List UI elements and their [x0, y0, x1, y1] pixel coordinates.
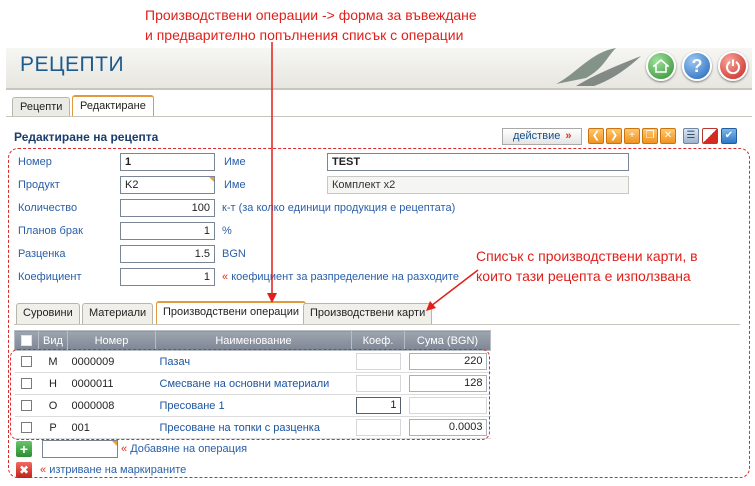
add-operation-button[interactable]: + — [16, 441, 32, 457]
power-icon — [726, 59, 740, 74]
coefficient-label: Коефициент — [18, 271, 82, 283]
list-icon: ☰ — [686, 130, 696, 141]
help-button[interactable]: ? — [682, 51, 712, 81]
name-field[interactable]: TEST — [327, 153, 629, 171]
app-title: РЕЦЕПТИ — [20, 53, 125, 76]
next-record-button[interactable]: ❯ — [606, 128, 622, 144]
product-name-label: Име — [224, 179, 246, 191]
delete-selected-mark: « — [40, 464, 47, 476]
coefficient-note-text: коефициент за разпределение на разходите — [231, 271, 459, 283]
column-header-name: Наименование — [155, 330, 352, 351]
tab-materials[interactable]: Материали — [82, 303, 154, 324]
plus-icon: + — [629, 130, 635, 141]
quantity-field[interactable]: 100 — [120, 199, 215, 217]
delete-selected-button[interactable]: ✖ — [16, 462, 32, 478]
quantity-label: Количество — [18, 202, 78, 214]
home-icon — [653, 58, 669, 73]
waste-field[interactable]: 1 — [120, 222, 215, 240]
highlight-operations-box — [10, 349, 490, 440]
column-header-number: Номер — [67, 330, 156, 351]
waste-label: Планов брак — [18, 225, 83, 237]
plus-icon: + — [19, 441, 29, 457]
annotation-operations: Производствени операции -> форма за въве… — [145, 5, 565, 45]
delete-record-button[interactable]: ✕ — [660, 128, 676, 144]
check-icon: ✔ — [724, 130, 734, 141]
waste-unit: % — [222, 225, 232, 237]
close-icon: ✖ — [18, 463, 30, 477]
coefficient-field[interactable]: 1 — [120, 268, 215, 286]
delete-selected-note: « изтриване на маркираните — [40, 464, 186, 476]
cost-label: Разценка — [18, 248, 66, 260]
tab-edit[interactable]: Редактиране — [72, 95, 154, 117]
quantity-note: к-т (за колко единици продукция е рецепт… — [222, 202, 456, 214]
add-operation-label: Добавяне на операция — [130, 443, 248, 455]
chevron-right-icon: ❯ — [609, 130, 619, 141]
copy-record-button[interactable]: ❐ — [642, 128, 658, 144]
action-arrow: » — [565, 130, 572, 142]
home-button[interactable] — [646, 51, 676, 81]
product-label: Продукт — [18, 179, 60, 191]
cost-unit: BGN — [222, 248, 246, 260]
select-all-checkbox[interactable] — [21, 335, 32, 347]
save-button[interactable]: ✔ — [721, 128, 737, 144]
coefficient-note: « коефициент за разпределение на разходи… — [222, 271, 459, 283]
copy-icon: ❐ — [645, 130, 655, 141]
select-all-header[interactable] — [14, 330, 39, 351]
product-field[interactable]: K2 — [120, 176, 215, 194]
annotation-operations-line1: Производствени операции -> форма за въве… — [145, 7, 477, 23]
add-operation-input[interactable] — [42, 440, 118, 458]
new-record-button[interactable]: + — [624, 128, 640, 144]
coefficient-note-mark: « — [222, 271, 229, 283]
cost-field[interactable]: 1.5 — [120, 245, 215, 263]
tab-production-operations[interactable]: Производствени операции — [156, 301, 307, 324]
add-operation-mark: « — [121, 443, 128, 455]
action-label: действие — [513, 130, 561, 142]
product-name-field: Комплект x2 — [327, 176, 629, 194]
number-label: Номер — [18, 156, 52, 168]
prev-record-button[interactable]: ❮ — [588, 128, 604, 144]
tab-raw-materials[interactable]: Суровини — [16, 303, 80, 324]
annotation-operations-line2: и предварително попълнения списък с опер… — [145, 27, 464, 43]
section-title: Редактиране на рецепта — [14, 130, 159, 144]
table-header-row: Вид Номер Наименование Коеф. Сума (BGN) — [14, 330, 491, 351]
print-button[interactable]: ☰ — [683, 128, 699, 144]
cancel-changes-button[interactable] — [702, 128, 718, 144]
add-operation-note: « Добавяне на операция — [121, 443, 247, 455]
number-field[interactable]: 1 — [120, 153, 215, 171]
header-decoration — [556, 48, 641, 86]
tab-divider — [6, 116, 752, 117]
action-button[interactable]: действие » — [502, 128, 582, 145]
tab-production-cards[interactable]: Производствени карти — [303, 303, 433, 324]
tab-recipes[interactable]: Рецепти — [12, 97, 71, 117]
app-header: РЕЦЕПТИ ? — [6, 48, 752, 90]
chevron-left-icon: ❮ — [591, 130, 601, 141]
close-icon: ✕ — [663, 130, 673, 141]
subtab-divider — [14, 324, 740, 325]
power-button[interactable] — [718, 51, 748, 81]
column-header-sum: Сума (BGN) — [404, 330, 491, 351]
delete-selected-label: изтриване на маркираните — [49, 464, 187, 476]
name-label: Име — [224, 156, 246, 168]
column-header-coef: Коеф. — [351, 330, 405, 351]
column-header-kind: Вид — [38, 330, 68, 351]
help-icon: ? — [691, 55, 703, 76]
